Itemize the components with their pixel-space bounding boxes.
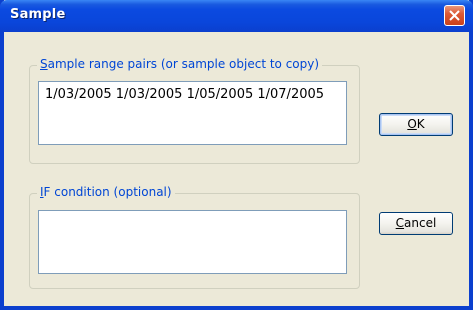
ok-button[interactable]: OK	[379, 113, 453, 136]
window-title: Sample	[10, 7, 66, 22]
ok-button-accel: O	[407, 117, 417, 131]
sample-range-label-text: ample range pairs (or sample object to c…	[47, 57, 320, 71]
close-x-icon	[449, 10, 460, 21]
if-condition-group: IF condition (optional)	[29, 185, 360, 289]
sample-dialog: Sample Sample range pairs (or sample obj…	[0, 0, 473, 310]
if-condition-label: IF condition (optional)	[37, 185, 175, 199]
sample-range-label: Sample range pairs (or sample object to …	[37, 57, 323, 71]
ok-button-text: K	[416, 117, 425, 131]
if-condition-label-text: F condition (optional)	[43, 185, 172, 199]
if-condition-input[interactable]	[38, 210, 347, 274]
cancel-button-text: ancel	[404, 216, 437, 230]
close-button[interactable]	[444, 5, 465, 26]
cancel-button[interactable]: Cancel	[379, 212, 453, 235]
sample-range-input[interactable]: 1/03/2005 1/03/2005 1/05/2005 1/07/2005	[38, 81, 347, 145]
sample-range-label-accel: S	[40, 57, 48, 71]
title-bar[interactable]: Sample	[0, 0, 473, 32]
dialog-client-area: Sample range pairs (or sample object to …	[4, 32, 469, 306]
sample-range-group: Sample range pairs (or sample object to …	[29, 57, 360, 164]
cancel-button-accel: C	[395, 216, 405, 230]
